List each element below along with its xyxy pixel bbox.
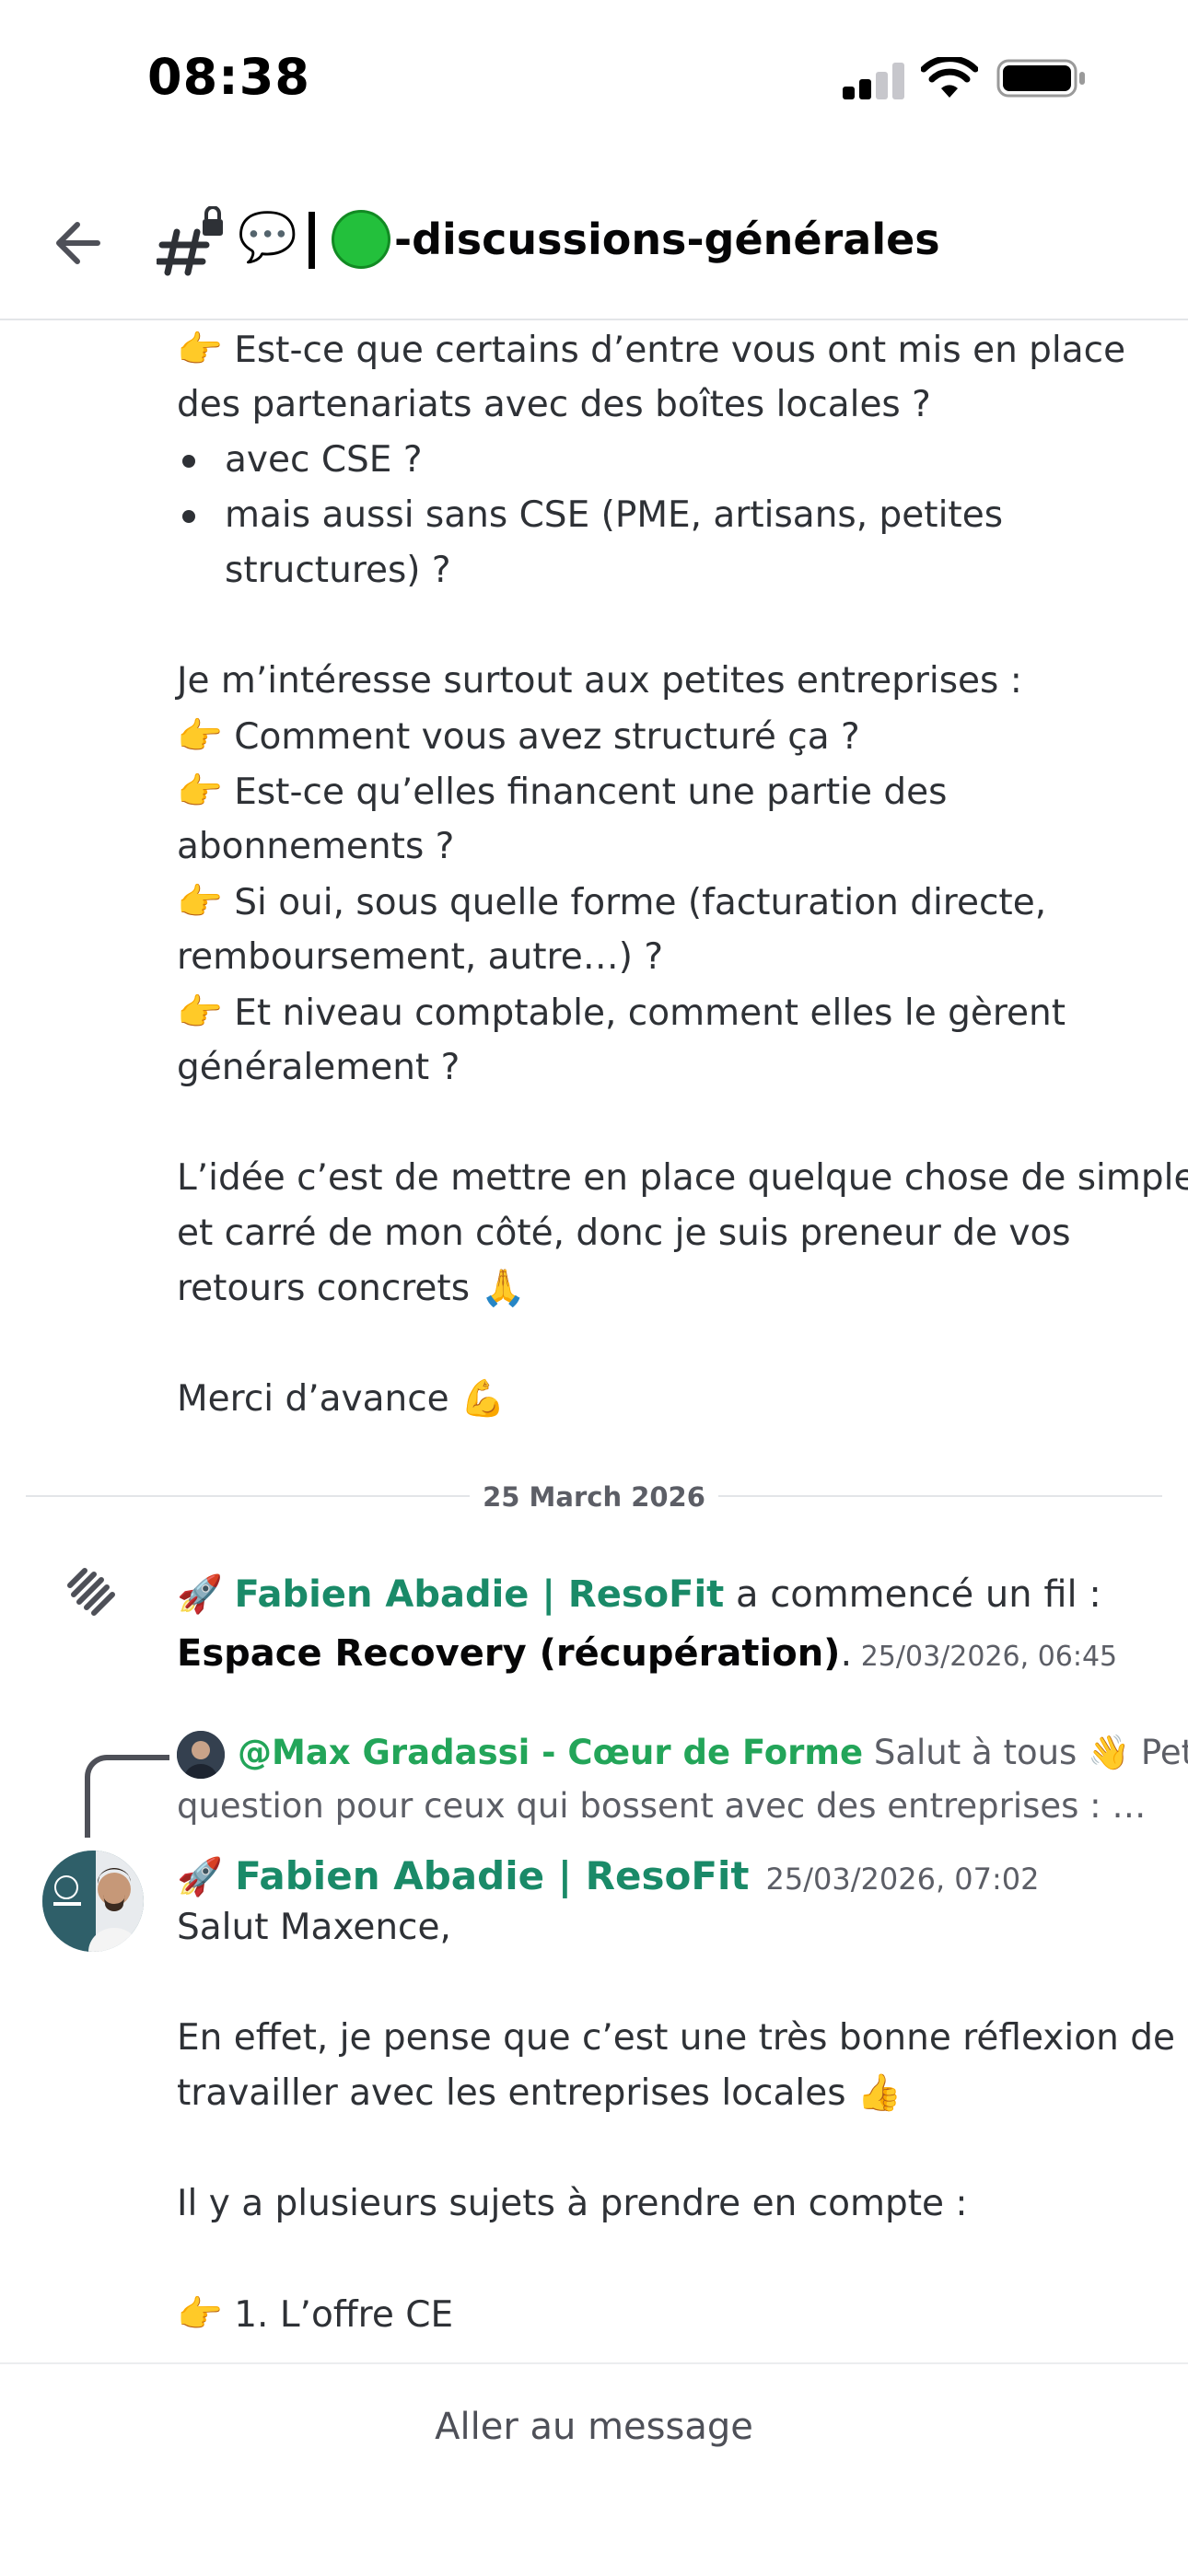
bullet-text: avec CSE ? [225, 439, 423, 481]
message-timestamp: 25/03/2026, 07:02 [765, 1862, 1040, 1897]
reply-preview-line[interactable]: @Max Gradassi - Cœur de Forme Salut à to… [238, 1725, 1188, 1781]
speech-bubble-icon: 💬 [238, 210, 297, 265]
rocket-icon: 🚀 [177, 1573, 223, 1616]
message-text: Est-ce que certains d’entre vous ont mis… [222, 330, 1126, 371]
reply-connector [85, 1755, 169, 1838]
status-time: 08:38 [147, 48, 310, 106]
message-text: abonnements ? [177, 826, 455, 867]
message-text: Comment vous avez structuré ça ? [222, 716, 860, 758]
thread-link-line: Espace Recovery (récupération). 25/03/20… [177, 1624, 1117, 1687]
message-text: 1. L’offre CE [222, 2294, 454, 2336]
message-line: Il y a plusieurs sujets à prendre en com… [177, 2176, 1171, 2232]
message-line: Salut Maxence, [177, 1900, 1171, 1955]
message-text: L’idée c’est de mettre en place quelque … [177, 1157, 1188, 1199]
message-text: Est-ce qu’elles financent une partie des [222, 772, 948, 813]
message-line: 👉 Comment vous avez structuré ça ? [177, 709, 1171, 764]
cellular-signal-icon [843, 63, 905, 99]
thread-period: . [840, 1632, 853, 1675]
message-line: abonnements ? [177, 819, 1171, 875]
date-divider-label: 25 March 2026 [470, 1477, 718, 1517]
pointing-hand-icon: 👉 [177, 2293, 223, 2336]
author-avatar[interactable] [42, 1851, 144, 1952]
message-text: généralement ? [177, 1047, 460, 1088]
message-line: retours concrets 🙏 [177, 1261, 1171, 1317]
message-line: L’idée c’est de mettre en place quelque … [177, 1151, 1188, 1206]
message-line: Je m’intéresse surtout aux petites entre… [177, 654, 1171, 709]
rocket-icon: 🚀 [177, 1856, 223, 1898]
back-arrow-icon[interactable] [46, 210, 112, 276]
bullet-text: mais aussi sans CSE (PME, artisans, peti… [225, 494, 1004, 536]
reply-avatar[interactable] [177, 1731, 225, 1779]
title-separator [309, 212, 315, 269]
message-author-name[interactable]: Fabien Abadie | ResoFit [235, 1853, 749, 1898]
wifi-icon [921, 57, 978, 98]
pointing-hand-icon: 👉 [177, 329, 223, 371]
message-line: 👉 Et niveau comptable, comment elles le … [177, 985, 1171, 1040]
message-line: 👉 1. L’offre CE [177, 2287, 1171, 2342]
green-circle-icon [332, 210, 390, 269]
message-line: remboursement, autre…) ? [177, 930, 1171, 985]
message-text: Salut Maxence, [177, 1907, 451, 1948]
bullet-item: avec CSE ? [177, 433, 1171, 488]
message-text: Merci d’avance 💪 [177, 1378, 506, 1420]
bullet-dot [182, 510, 195, 523]
message-text: des partenariats avec des boîtes locales… [177, 384, 931, 425]
message-text: remboursement, autre…) ? [177, 936, 664, 978]
thread-name-link[interactable]: Espace Recovery (récupération) [177, 1632, 840, 1675]
message-line: 👉 Si oui, sous quelle forme (facturation… [177, 875, 1171, 930]
thread-icon [67, 1568, 115, 1616]
thread-notice-line: 🚀 Fabien Abadie | ResoFit a commencé un … [177, 1565, 1101, 1624]
message-text: et carré de mon côté, donc je suis prene… [177, 1213, 1071, 1254]
thread-timestamp: 25/03/2026, 06:45 [852, 1641, 1118, 1673]
message-text: Si oui, sous quelle forme (facturation d… [222, 882, 1047, 923]
reply-mention[interactable]: @Max Gradassi - Cœur de Forme [238, 1733, 863, 1772]
message-line: des partenariats avec des boîtes locales… [177, 377, 1171, 433]
reply-avatar-image [177, 1731, 225, 1779]
pointing-hand-icon: 👉 [177, 715, 223, 758]
main-message-body: Salut Maxence, En effet, je pense que c’e… [177, 1900, 1175, 2342]
thread-author-name[interactable]: Fabien Abadie | ResoFit [235, 1573, 725, 1616]
status-bar: 08:38 [0, 0, 1188, 157]
thread-action-text: a commencé un fil : [724, 1573, 1101, 1616]
bottom-bar: Aller au message [0, 2362, 1188, 2576]
reply-preview-text: Salut à tous 👋 Petite [873, 1733, 1188, 1772]
reply-preview-text-2[interactable]: question pour ceux qui bossent avec des … [177, 1779, 1153, 1834]
message-line: travailler avec les entreprises locales … [177, 2066, 1171, 2121]
message-text: Je m’intéresse surtout aux petites entre… [177, 660, 1022, 702]
pointing-hand-icon: 👉 [177, 881, 223, 923]
bullet-text: structures) ? [225, 550, 451, 591]
pointing-hand-icon: 👉 [177, 992, 223, 1034]
message-line: 👉 Est-ce qu’elles financent une partie d… [177, 764, 1171, 819]
bullet-dot [182, 455, 195, 468]
channel-title: -discussions-générales [394, 215, 940, 264]
bullet-item-continuation: structures) ? [177, 543, 1171, 598]
battery-icon [996, 59, 1085, 98]
author-avatar-image [42, 1851, 144, 1952]
message-author-line: 🚀 Fabien Abadie | ResoFit 25/03/2026, 07:… [177, 1847, 1040, 1909]
channel-header: 💬 -discussions-générales [0, 175, 1188, 320]
pointing-hand-icon: 👉 [177, 771, 223, 813]
jump-to-message-button[interactable]: Aller au message [0, 2401, 1188, 2453]
message-line: généralement ? [177, 1040, 1171, 1096]
message-text: retours concrets 🙏 [177, 1268, 526, 1309]
message-line: 👉 Est-ce que certains d’entre vous ont m… [177, 322, 1171, 377]
message-line: Merci d’avance 💪 [177, 1372, 1171, 1427]
locked-channel-hash-icon [157, 206, 223, 276]
message-text: En effet, je pense que c’est une très bo… [177, 2017, 1175, 2059]
message-line: En effet, je pense que c’est une très bo… [177, 2011, 1175, 2066]
message-line: et carré de mon côté, donc je suis prene… [177, 1206, 1171, 1261]
message-text: Et niveau comptable, comment elles le gè… [222, 992, 1066, 1034]
message-text: travailler avec les entreprises locales … [177, 2072, 903, 2114]
message-text: Il y a plusieurs sujets à prendre en com… [177, 2183, 968, 2224]
bullet-item: mais aussi sans CSE (PME, artisans, peti… [177, 488, 1171, 543]
previous-message-body: 👉 Est-ce que certains d’entre vous ont m… [177, 322, 1188, 1427]
